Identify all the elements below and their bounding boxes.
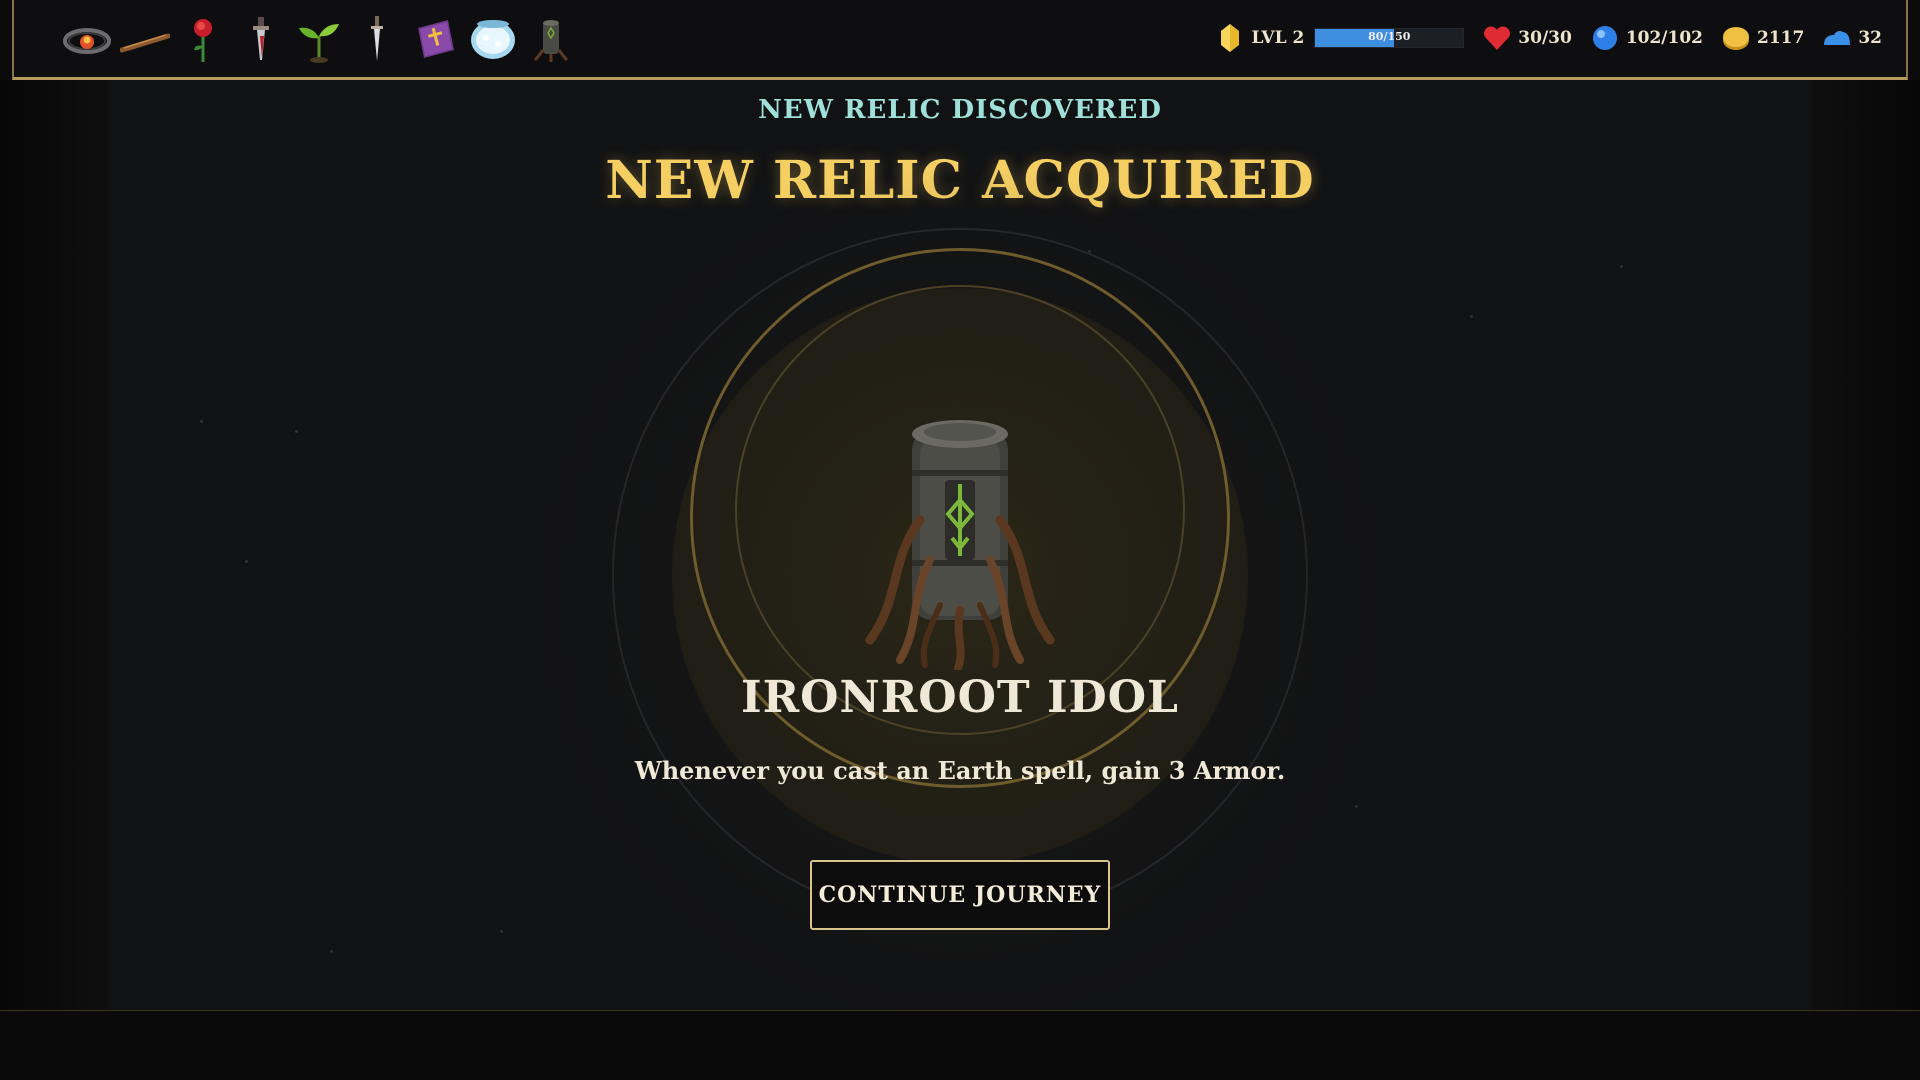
background-speck bbox=[1470, 315, 1473, 318]
right-shadow-column bbox=[1810, 80, 1920, 1010]
cloud-value: 32 bbox=[1858, 28, 1882, 48]
background-speck bbox=[1620, 265, 1623, 268]
xp-text: 80/150 bbox=[1368, 30, 1411, 43]
relic-inventory bbox=[62, 8, 576, 70]
level-stat: LVL 2 bbox=[1215, 23, 1304, 53]
health-value: 30/30 bbox=[1518, 28, 1572, 48]
sprout-icon[interactable] bbox=[294, 11, 344, 67]
continue-journey-button[interactable]: CONTINUE JOURNEY bbox=[810, 860, 1110, 930]
bloody-dagger-icon[interactable] bbox=[236, 11, 286, 67]
relic-name: IRONROOT IDOL bbox=[741, 672, 1179, 723]
health-stat: 30/30 bbox=[1482, 23, 1572, 53]
player-stats: LVL 2 80/150 30/30 102/102 2117 32 bbox=[1207, 12, 1882, 64]
xp-bar: 80/150 bbox=[1314, 28, 1465, 48]
background-speck bbox=[245, 560, 248, 563]
heart-icon bbox=[1484, 26, 1511, 50]
ironroot-idol-icon bbox=[860, 410, 1060, 672]
gold-value: 2117 bbox=[1757, 28, 1805, 48]
red-rose-icon[interactable] bbox=[178, 11, 228, 67]
mana-value: 102/102 bbox=[1625, 28, 1703, 48]
fire-ring-icon[interactable] bbox=[62, 11, 112, 67]
gold-coin-icon bbox=[1723, 27, 1749, 50]
gold-stat: 2117 bbox=[1721, 23, 1804, 53]
reward-subtitle: NEW RELIC DISCOVERED bbox=[758, 95, 1162, 125]
mana-stat: 102/102 bbox=[1590, 23, 1703, 53]
cloud-stat: 32 bbox=[1822, 23, 1882, 53]
background-speck bbox=[295, 430, 298, 433]
gold-crystal-icon bbox=[1221, 24, 1240, 52]
background-speck bbox=[200, 420, 203, 423]
silver-dagger-icon[interactable] bbox=[352, 11, 402, 67]
top-status-bar: LVL 2 80/150 30/30 102/102 2117 32 bbox=[12, 0, 1908, 80]
background-speck bbox=[500, 930, 503, 933]
ironroot-idol-icon[interactable] bbox=[526, 11, 576, 67]
background-speck bbox=[330, 950, 333, 953]
bottom-strip bbox=[0, 1011, 1920, 1080]
wooden-staff-icon[interactable] bbox=[120, 11, 170, 67]
holy-book-icon[interactable] bbox=[410, 11, 460, 67]
level-label: LVL 2 bbox=[1251, 28, 1305, 48]
background-speck bbox=[1355, 805, 1358, 808]
left-shadow-column bbox=[0, 80, 110, 1010]
relic-description: Whenever you cast an Earth spell, gain 3… bbox=[634, 756, 1286, 785]
blue-orb-icon bbox=[1592, 26, 1617, 50]
frost-jar-icon[interactable] bbox=[468, 11, 518, 67]
cloud-icon bbox=[1824, 31, 1851, 45]
